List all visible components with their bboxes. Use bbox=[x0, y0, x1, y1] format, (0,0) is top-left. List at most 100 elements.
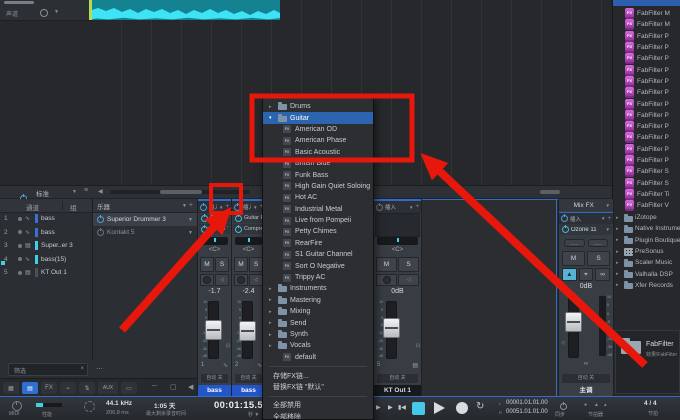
channel-row[interactable]: 2 ∿ bass bbox=[0, 226, 92, 240]
track-header-scrollbar[interactable] bbox=[4, 1, 34, 4]
mute-button[interactable]: M bbox=[376, 257, 397, 272]
chevron-down-icon[interactable]: ▼ bbox=[188, 217, 193, 223]
browser-plugin-item[interactable]: FX FabFilter P bbox=[613, 75, 680, 87]
browser-plugin-item[interactable]: FX FabFilter M bbox=[613, 8, 680, 20]
menu-remove-all[interactable]: 全部移除 bbox=[263, 411, 373, 419]
menu-preset-item[interactable]: FX American OD bbox=[263, 124, 373, 135]
browser-vendor-folder[interactable]: ▸ Valhalla DSP bbox=[613, 268, 680, 279]
menu-folder-item[interactable]: ▸ Send bbox=[263, 317, 373, 328]
console-mode-label[interactable]: 标准 bbox=[36, 188, 49, 198]
return-to-start-icon[interactable]: ▮◀ bbox=[398, 404, 406, 411]
pan-value[interactable]: <C> bbox=[232, 247, 265, 256]
menu-preset-item[interactable]: FX British Blue bbox=[263, 158, 373, 169]
menu-default-preset[interactable]: FX default bbox=[263, 352, 373, 363]
chevron-down-icon[interactable]: ▼ bbox=[606, 203, 610, 208]
browser-plugin-item[interactable]: FX FabFilter P bbox=[613, 53, 680, 65]
tab-io[interactable]: ⇅ bbox=[79, 382, 95, 394]
menu-preset-item[interactable]: FX Funk Bass bbox=[263, 169, 373, 181]
expand-arrow-icon[interactable]: ▸ bbox=[616, 271, 622, 277]
chevron-down-icon[interactable]: ▼ bbox=[54, 9, 59, 15]
browser-plugin-item[interactable]: FX FabFilter P bbox=[613, 109, 680, 121]
browser-plugin-item[interactable]: FX FabFilter P bbox=[613, 42, 680, 54]
insert-header[interactable]: 插入 ▼ + bbox=[198, 199, 231, 213]
mute-button[interactable]: M bbox=[562, 251, 585, 266]
record-dot-icon[interactable] bbox=[18, 270, 22, 275]
add-instrument-icon[interactable]: + bbox=[189, 202, 193, 209]
gain-value[interactable]: -1.7 bbox=[198, 288, 231, 298]
send-slot[interactable]: —— bbox=[587, 239, 608, 247]
channel-row[interactable]: 3 ▤ Super..er 3 bbox=[0, 239, 92, 253]
monitor-button[interactable]: ◁ bbox=[398, 274, 419, 286]
fader-cap[interactable] bbox=[383, 318, 400, 338]
browser-vendor-folder[interactable]: ▸ Native Instruments bbox=[613, 223, 680, 234]
expand-arrow-icon[interactable]: ▸ bbox=[616, 260, 622, 266]
browser-vendor-folder[interactable]: ▸ Scaler Music bbox=[613, 257, 680, 268]
track-record-button[interactable] bbox=[40, 9, 48, 17]
mute-button[interactable]: M bbox=[200, 257, 214, 272]
menu-folder-item[interactable]: ▸ Synth bbox=[263, 329, 373, 340]
fast-forward-icon[interactable]: ▶ bbox=[376, 404, 381, 411]
automation-mode[interactable]: 自动 关 bbox=[200, 373, 229, 384]
power-icon[interactable] bbox=[201, 224, 208, 233]
browser-vendor-folder[interactable]: ▸ Plugin Boutique bbox=[613, 235, 680, 246]
power-icon[interactable] bbox=[97, 228, 104, 236]
menu-disable-all[interactable]: 全部禁用 bbox=[263, 400, 373, 411]
expand-arrow-icon[interactable]: ▸ bbox=[616, 226, 622, 232]
pan-value[interactable]: <C> bbox=[198, 247, 231, 256]
tab-tracks[interactable]: ▦ bbox=[3, 382, 19, 394]
menu-preset-item[interactable]: FX Petty Chimes bbox=[263, 226, 373, 237]
audio-clip-waveform[interactable] bbox=[92, 0, 280, 20]
power-icon[interactable] bbox=[201, 213, 208, 222]
expand-arrow-icon[interactable]: ▸ bbox=[616, 282, 622, 288]
chevron-down-icon[interactable]: ▼ bbox=[219, 205, 223, 210]
power-icon[interactable] bbox=[200, 202, 207, 211]
record-button[interactable] bbox=[456, 402, 468, 414]
click-icon[interactable]: ▲ bbox=[594, 402, 599, 408]
browser-plugin-item[interactable]: FX FabFilter V bbox=[613, 200, 680, 212]
chevron-down-icon[interactable]: ▼ bbox=[606, 227, 610, 232]
menu-preset-item[interactable]: FX High Gain Quiet Soloing bbox=[263, 181, 373, 192]
record-dot-icon[interactable] bbox=[18, 257, 22, 262]
time-signature[interactable]: 4 / 4 bbox=[644, 400, 657, 407]
record-arm-button[interactable] bbox=[234, 274, 248, 286]
menu-preset-item[interactable]: FX Basic Acoustic bbox=[263, 147, 373, 158]
menu-preset-item[interactable]: FX Industrial Metal bbox=[263, 204, 373, 215]
fader-cap[interactable] bbox=[565, 312, 582, 332]
power-icon[interactable] bbox=[376, 202, 383, 211]
menu-preset-item[interactable]: FX Sort O Negative bbox=[263, 260, 373, 272]
power-icon[interactable] bbox=[97, 215, 104, 223]
mono-button[interactable]: ▲ bbox=[562, 268, 577, 281]
browser-plugin-item[interactable]: FX FabFilter P bbox=[613, 132, 680, 144]
insert-slot[interactable]: Guitar R bbox=[199, 213, 230, 223]
insert-slot[interactable]: Ozone 11 ▼ bbox=[560, 224, 612, 235]
channel-row[interactable]: 4 ∿ bass(15) bbox=[0, 253, 92, 267]
automation-mode[interactable]: 自动 关 bbox=[234, 373, 263, 384]
menu-preset-item[interactable]: FX Hot AC bbox=[263, 192, 373, 203]
menu-replace-fx-chain[interactable]: 替换FX链 "默认" bbox=[263, 381, 373, 392]
gain-value[interactable]: 0dB bbox=[559, 283, 613, 293]
pan-slider[interactable] bbox=[235, 237, 262, 245]
menu-folder-item[interactable]: ▸ Instruments bbox=[263, 283, 373, 294]
tab-instruments[interactable]: ▤ bbox=[22, 382, 38, 394]
browser-vendor-folder[interactable]: ▸ Xfer Records bbox=[613, 280, 680, 291]
add-insert-icon[interactable]: + bbox=[607, 216, 611, 222]
gain-value[interactable]: -2.4 bbox=[232, 288, 265, 298]
browser-plugin-item[interactable]: FX FabFilter S bbox=[613, 166, 680, 178]
automation-mode[interactable]: 自动 关 bbox=[561, 373, 611, 384]
maximize-icon[interactable]: ▢ bbox=[170, 383, 177, 391]
browser-plugin-item[interactable]: FX FabFilter M bbox=[613, 19, 680, 31]
scroll-left-icon[interactable]: ◀ bbox=[188, 383, 193, 391]
link-button[interactable]: ∞ bbox=[595, 268, 611, 281]
chevron-down-icon[interactable]: ▼ bbox=[188, 230, 193, 236]
add-insert-icon[interactable]: + bbox=[225, 204, 229, 210]
insert-slot[interactable]: Macro Tim bbox=[199, 224, 230, 234]
menu-folder-item[interactable]: ▸ Mastering bbox=[263, 295, 373, 306]
stop-button[interactable] bbox=[412, 402, 425, 415]
solo-button[interactable]: S bbox=[215, 257, 229, 272]
minimize-icon[interactable]: ─ bbox=[152, 383, 157, 390]
browser-selected-folder-row[interactable] bbox=[613, 0, 680, 6]
filter-input[interactable]: 筛选 × bbox=[8, 363, 88, 376]
monitor-button[interactable]: ◁ bbox=[249, 274, 263, 286]
browser-plugin-item[interactable]: FX FabFilter P bbox=[613, 87, 680, 99]
scrollbar-thumb[interactable] bbox=[160, 190, 202, 194]
